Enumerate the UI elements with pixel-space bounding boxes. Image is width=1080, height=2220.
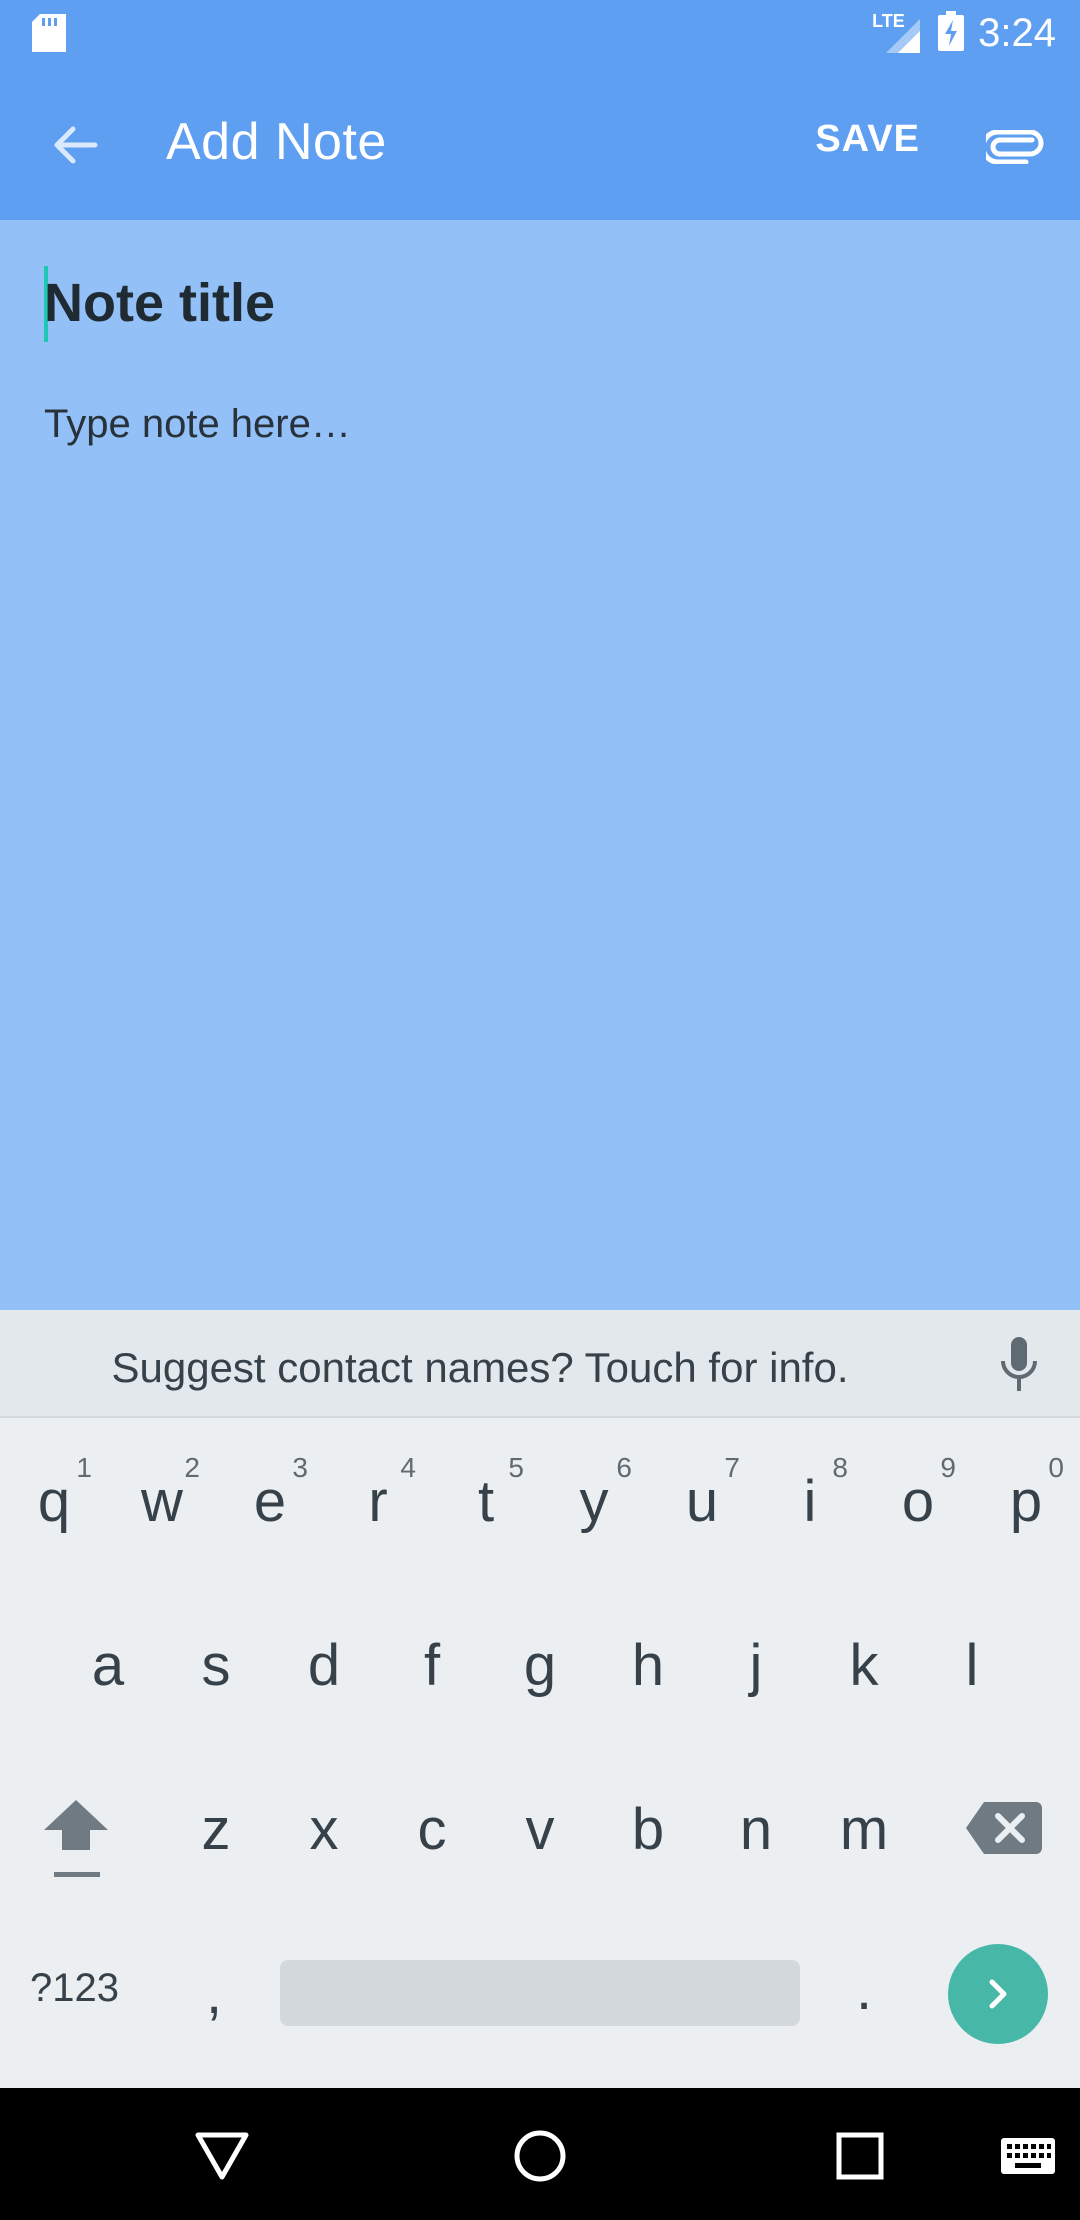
backspace-icon (966, 1802, 1042, 1854)
key-f[interactable]: f (400, 1632, 464, 1699)
shift-key[interactable] (36, 1790, 116, 1890)
key-s[interactable]: s (184, 1632, 248, 1699)
key-x[interactable]: x (292, 1796, 356, 1863)
status-indicators: LTE 3:24 (872, 8, 1056, 58)
battery-icon (938, 10, 965, 56)
status-bar: LTE 3:24 (0, 0, 1080, 66)
sd-card-icon (32, 14, 66, 52)
space-key[interactable] (280, 1960, 800, 2026)
key-hint: 8 (832, 1452, 848, 1483)
key-hint: 3 (292, 1452, 308, 1483)
signal-icon: LTE (872, 11, 924, 53)
key-v[interactable]: v (508, 1796, 572, 1863)
key-g[interactable]: g (508, 1632, 572, 1699)
voice-input-button[interactable] (984, 1330, 1054, 1400)
key-k[interactable]: k (832, 1632, 896, 1699)
nav-home-button[interactable] (508, 2124, 572, 2188)
key-w[interactable]: w2 (130, 1452, 200, 1535)
key-u[interactable]: u7 (670, 1452, 740, 1535)
circle-home-icon (514, 2130, 566, 2182)
key-y[interactable]: y6 (562, 1452, 633, 1535)
page-title: Add Note (166, 113, 387, 171)
note-body-input[interactable]: Type note here… (44, 402, 351, 447)
key-o[interactable]: o9 (886, 1452, 956, 1535)
back-button[interactable] (40, 110, 110, 180)
triangle-back-icon (195, 2132, 249, 2180)
key-t[interactable]: t5 (454, 1452, 524, 1535)
note-editor: Note title Type note here… (0, 220, 1080, 1310)
key-j[interactable]: j (724, 1632, 788, 1699)
next-key[interactable] (948, 1944, 1048, 2044)
key-hint: 6 (616, 1452, 632, 1483)
key-hint: 4 (400, 1452, 416, 1483)
backspace-key[interactable] (964, 1798, 1044, 1858)
square-recents-icon (836, 2132, 884, 2180)
key-h[interactable]: h (616, 1632, 680, 1699)
key-hint: 2 (184, 1452, 200, 1483)
microphone-icon (1001, 1337, 1037, 1391)
key-a[interactable]: a (76, 1632, 140, 1699)
save-button[interactable]: SAVE (815, 118, 920, 161)
key-hint: 5 (508, 1452, 524, 1483)
key-i[interactable]: i8 (778, 1452, 848, 1535)
key-d[interactable]: d (292, 1632, 356, 1699)
key-r[interactable]: r4 (346, 1452, 416, 1535)
keyboard-switch-button[interactable] (996, 2124, 1060, 2188)
chevron-right-icon (989, 1979, 1007, 2009)
key-hint: 9 (940, 1452, 956, 1483)
key-hint: 0 (1048, 1452, 1064, 1483)
nav-back-button[interactable] (190, 2124, 254, 2188)
shift-icon (44, 1800, 108, 1877)
keyboard-icon (1001, 2138, 1055, 2174)
note-title-input[interactable]: Note title (44, 272, 275, 334)
key-hint: 1 (76, 1452, 92, 1483)
suggestion-text[interactable]: Suggest contact names? Touch for info. (0, 1344, 960, 1392)
key-m[interactable]: m (832, 1796, 896, 1863)
clock: 3:24 (978, 10, 1056, 55)
arrow-back-icon (54, 126, 98, 164)
key-c[interactable]: c (400, 1796, 464, 1863)
key-e[interactable]: e3 (238, 1452, 308, 1535)
period-key[interactable]: . (856, 1956, 872, 2023)
key-n[interactable]: n (724, 1796, 788, 1863)
paperclip-icon (986, 130, 1044, 164)
system-nav-bar (0, 2088, 1080, 2220)
key-p[interactable]: p0 (994, 1452, 1064, 1535)
key-hint: 7 (724, 1452, 740, 1483)
symbols-key[interactable]: ?123 (30, 1966, 119, 2011)
nav-recents-button[interactable] (828, 2124, 892, 2188)
app-bar: Add Note SAVE (0, 66, 1080, 220)
comma-key[interactable]: , (206, 1960, 222, 2027)
key-z[interactable]: z (184, 1796, 248, 1863)
soft-keyboard: q1 w2 e3 r4 t5 y6 u7 i8 o9 p0 a s d f g … (0, 1418, 1080, 2088)
keyboard-suggestion-strip: Suggest contact names? Touch for info. (0, 1310, 1080, 1418)
key-q[interactable]: q1 (22, 1452, 92, 1535)
attach-button[interactable] (980, 112, 1050, 182)
key-b[interactable]: b (616, 1796, 680, 1863)
key-l[interactable]: l (940, 1632, 1004, 1699)
